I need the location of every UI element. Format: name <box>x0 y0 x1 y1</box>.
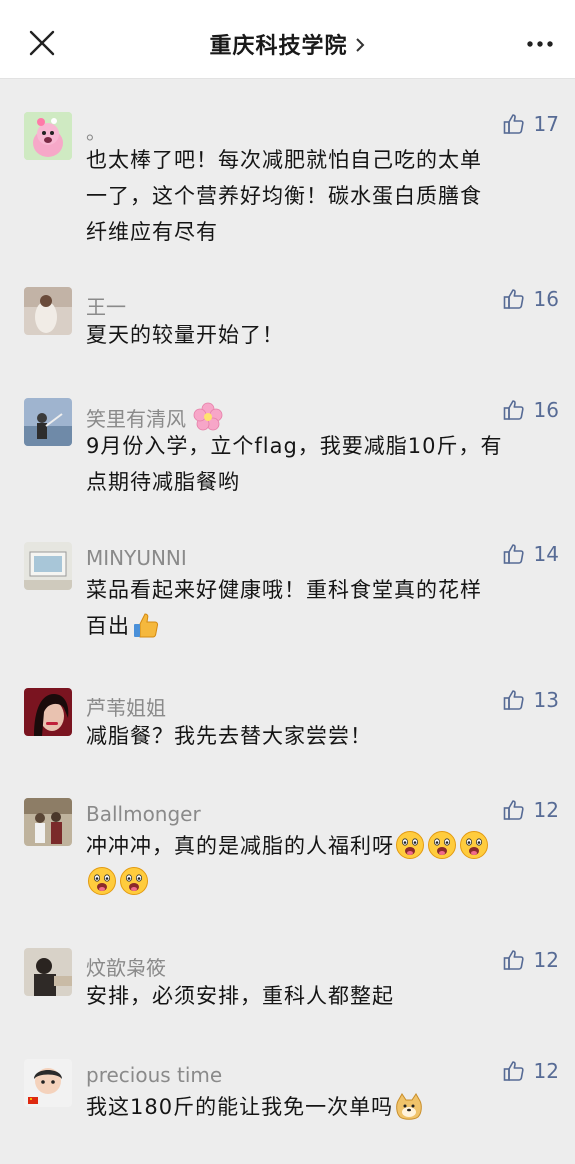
doge-icon <box>396 1093 422 1120</box>
drooling-face-icon <box>88 867 116 895</box>
comment-line: 减脂餐？我先去替大家尝尝！ <box>86 724 372 748</box>
comment-line: 纤维应有尽有 <box>86 220 218 244</box>
avatar[interactable] <box>24 688 72 736</box>
comment-line: 冲冲冲，真的是减脂的人福利呀 <box>86 828 556 864</box>
drooling-face-emoji-group <box>394 831 490 859</box>
avatar[interactable] <box>24 948 72 996</box>
like-count: 14 <box>533 542 559 566</box>
thumbs-up-icon <box>503 690 524 710</box>
avatar[interactable] <box>24 1059 72 1107</box>
comment-line: 点期待减脂餐哟 <box>86 470 240 494</box>
top-bar: 重庆科技学院 <box>0 0 575 79</box>
comment-text: 夏天的较量开始了！ <box>86 317 556 353</box>
like-button[interactable]: 12 <box>502 1057 559 1085</box>
thumbs-up-icon <box>503 544 524 564</box>
comment-line-text: 百出 <box>86 614 130 638</box>
drooling-face-icon <box>396 831 424 859</box>
thumbs-up-emoji-icon <box>134 613 159 638</box>
like-button[interactable]: 12 <box>502 796 559 824</box>
like-count: 12 <box>533 948 559 972</box>
comment-line: 9月份入学，立个flag，我要减脂10斤，有 <box>86 434 503 458</box>
comment-text: 9月份入学，立个flag，我要减脂10斤，有 点期待减脂餐哟 <box>86 428 556 500</box>
drooling-face-icon <box>120 867 148 895</box>
comment-line: 菜品看起来好健康哦！重科食堂真的花样 <box>86 578 482 602</box>
commenter-name: Ballmonger <box>86 802 201 826</box>
avatar[interactable] <box>24 798 72 846</box>
chevron-right-icon[interactable] <box>354 35 366 60</box>
comment-text: 安排，必须安排，重科人都整起 <box>86 978 556 1014</box>
more-dots-icon[interactable] <box>525 32 555 56</box>
account-name[interactable]: 重庆科技学院 <box>209 34 347 59</box>
comment-line: 夏天的较量开始了！ <box>86 323 284 347</box>
comment-line-text: 我这180斤的能让我免一次单吗 <box>86 1095 394 1119</box>
comment-text: 我这180斤的能让我免一次单吗 <box>86 1089 556 1125</box>
like-button[interactable]: 13 <box>502 686 559 714</box>
thumbs-up-icon <box>503 114 524 134</box>
avatar[interactable] <box>24 112 72 160</box>
comment-line-text: 冲冲冲，真的是减脂的人福利呀 <box>86 834 394 858</box>
commenter-name: 。 <box>86 120 106 144</box>
drooling-face-icon <box>460 831 488 859</box>
avatar[interactable] <box>24 542 72 590</box>
thumbs-up-icon <box>503 950 524 970</box>
page-title[interactable]: 重庆科技学院 <box>0 28 575 60</box>
comment-line: 一了，这个营养好均衡！碳水蛋白质膳食 <box>86 184 482 208</box>
commenter-name: 王一 <box>86 295 126 319</box>
like-button[interactable]: 16 <box>502 285 559 313</box>
like-button[interactable]: 14 <box>502 540 559 568</box>
comment-line: 我这180斤的能让我免一次单吗 <box>86 1089 556 1125</box>
comment-text: 菜品看起来好健康哦！重科食堂真的花样 百出 <box>86 572 556 644</box>
comment-text: 也太棒了吧！每次减肥就怕自己吃的太单 一了，这个营养好均衡！碳水蛋白质膳食 纤维… <box>86 142 556 250</box>
thumbs-up-icon <box>503 400 524 420</box>
thumbs-up-icon <box>503 800 524 820</box>
commenter-name: MINYUNNI <box>86 546 187 570</box>
comment-line: 安排，必须安排，重科人都整起 <box>86 984 394 1008</box>
like-count: 16 <box>533 398 559 422</box>
comment-text: 冲冲冲，真的是减脂的人福利呀 <box>86 828 556 900</box>
like-button[interactable]: 12 <box>502 946 559 974</box>
like-count: 12 <box>533 798 559 822</box>
like-button[interactable]: 16 <box>502 396 559 424</box>
comment-line: 百出 <box>86 608 556 644</box>
thumbs-up-icon <box>503 289 524 309</box>
commenter-name: 芦苇姐姐 <box>86 696 166 720</box>
avatar[interactable] <box>24 287 72 335</box>
comment-line <box>86 864 556 900</box>
comment-line: 也太棒了吧！每次减肥就怕自己吃的太单 <box>86 148 482 172</box>
like-count: 12 <box>533 1059 559 1083</box>
commenter-name: 炆歆枭筱 <box>86 956 166 980</box>
like-count: 16 <box>533 287 559 311</box>
thumbs-up-icon <box>503 1061 524 1081</box>
like-count: 13 <box>533 688 559 712</box>
drooling-face-icon <box>428 831 456 859</box>
comment-text: 减脂餐？我先去替大家尝尝！ <box>86 718 556 754</box>
like-button[interactable]: 17 <box>502 110 559 138</box>
commenter-name: precious time <box>86 1063 223 1087</box>
avatar[interactable] <box>24 398 72 446</box>
like-count: 17 <box>533 112 559 136</box>
